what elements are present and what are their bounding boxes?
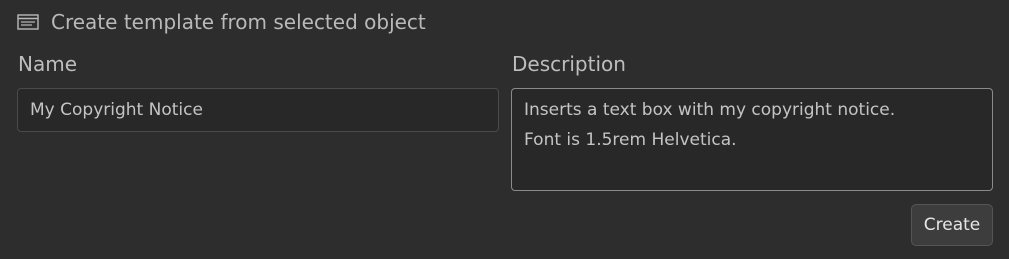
description-label: Description — [512, 52, 626, 76]
description-input[interactable]: Inserts a text box with my copyright not… — [511, 88, 993, 191]
name-label: Name — [18, 52, 78, 76]
dialog-header: Create template from selected object — [17, 8, 426, 36]
template-icon — [17, 14, 39, 30]
name-input[interactable] — [17, 88, 499, 132]
dialog-title: Create template from selected object — [51, 10, 426, 34]
create-button[interactable]: Create — [911, 204, 993, 246]
